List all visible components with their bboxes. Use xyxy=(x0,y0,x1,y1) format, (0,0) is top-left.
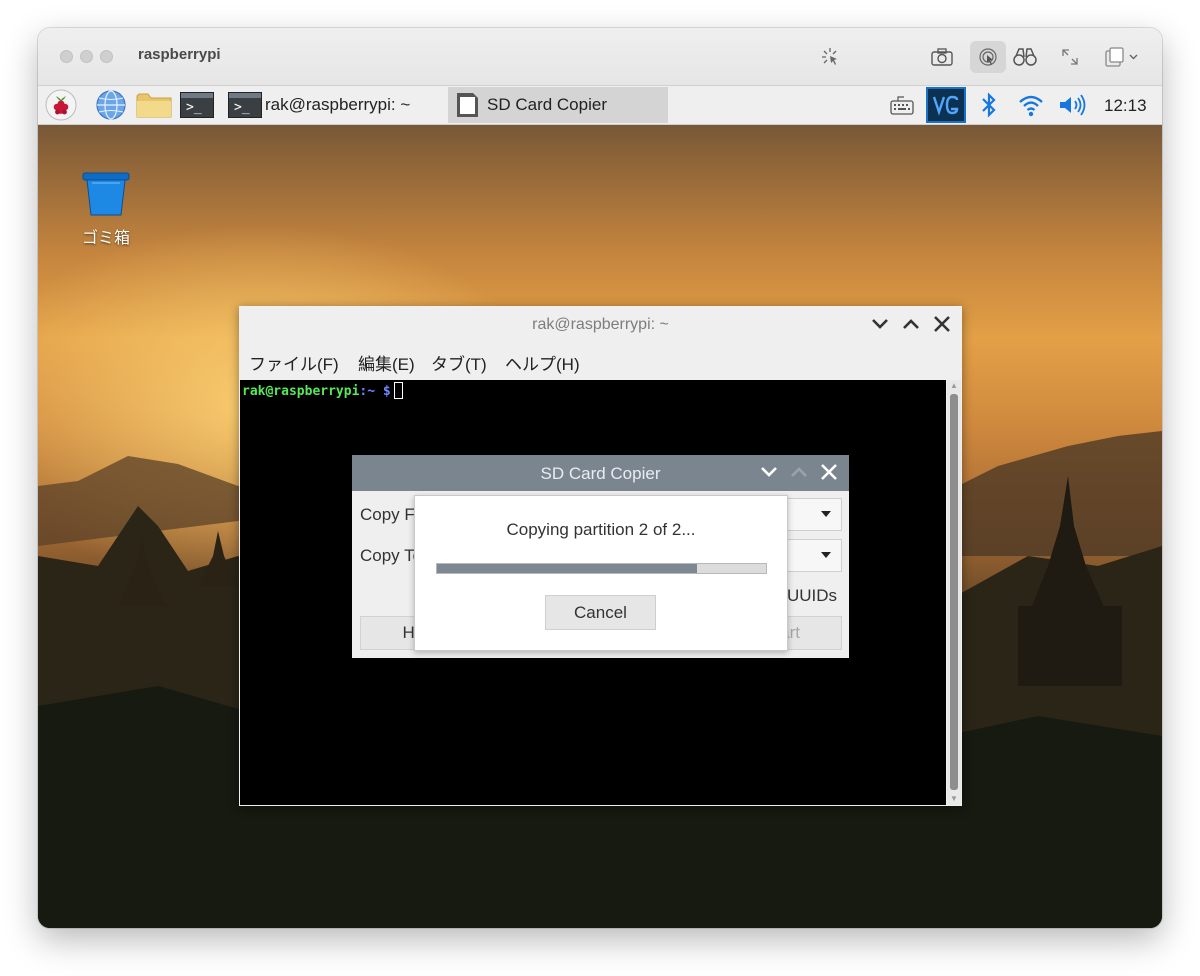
menu-help[interactable]: ヘルプ(H) xyxy=(505,350,580,375)
menu-file[interactable]: ファイル(F) xyxy=(249,350,339,375)
wifi-icon[interactable] xyxy=(1016,89,1046,121)
terminal-title: rak@raspberrypi: ~ xyxy=(532,316,669,333)
task-sd-card-copier-label: SD Card Copier xyxy=(487,95,607,114)
sd-copier-titlebar[interactable]: SD Card Copier xyxy=(352,455,849,491)
remote-screen: >_ >_ rak@raspberrypi: ~ SD Card Copier xyxy=(38,86,1162,928)
task-terminal-label: rak@raspberrypi: ~ xyxy=(265,95,411,114)
terminal-icon[interactable]: >_ xyxy=(180,89,214,121)
maximize-icon[interactable] xyxy=(899,312,923,336)
terminal-scrollbar[interactable]: ▲ ▼ xyxy=(947,380,961,805)
pointer-icon[interactable] xyxy=(816,43,844,71)
clipboard-icon[interactable] xyxy=(1100,43,1144,71)
prompt-path: :~ $ xyxy=(359,384,391,399)
minimize-traffic-light[interactable] xyxy=(80,50,93,63)
close-traffic-light[interactable] xyxy=(60,50,73,63)
touch-icon[interactable] xyxy=(970,41,1006,73)
expand-icon[interactable] xyxy=(1056,43,1084,71)
zoom-traffic-light[interactable] xyxy=(100,50,113,63)
bluetooth-icon[interactable] xyxy=(976,89,1002,121)
terminal-titlebar[interactable]: rak@raspberrypi: ~ xyxy=(239,306,962,344)
cancel-button[interactable]: Cancel xyxy=(545,595,656,630)
dropdown-caret-icon xyxy=(821,552,831,558)
scrollbar-thumb[interactable] xyxy=(950,394,958,790)
prompt-user: rak@raspberrypi xyxy=(242,384,360,399)
keyboard-icon[interactable] xyxy=(888,89,916,121)
progress-bar xyxy=(436,563,767,574)
raspberry-menu-icon[interactable] xyxy=(44,89,78,121)
menu-edit[interactable]: 編集(E) xyxy=(358,350,415,375)
mac-titlebar: raspberrypi xyxy=(38,28,1162,86)
volume-icon[interactable] xyxy=(1056,89,1090,121)
window-title: raspberrypi xyxy=(138,46,221,63)
progress-bar-fill xyxy=(437,564,697,573)
minimize-icon[interactable] xyxy=(757,460,781,484)
sd-card-icon xyxy=(457,93,478,117)
menu-tabs[interactable]: タブ(T) xyxy=(431,350,487,375)
minimize-icon[interactable] xyxy=(868,312,892,336)
binoculars-icon[interactable] xyxy=(1011,43,1039,71)
terminal-icon: >_ xyxy=(228,92,262,118)
copy-progress-dialog: Copying partition 2 of 2... Cancel xyxy=(414,495,788,651)
trash-icon[interactable] xyxy=(82,172,130,216)
close-icon[interactable] xyxy=(930,312,954,336)
task-sd-card-copier[interactable]: SD Card Copier xyxy=(448,87,668,123)
text-cursor xyxy=(393,382,403,399)
dropdown-caret-icon xyxy=(821,511,831,517)
clock[interactable]: 12:13 xyxy=(1104,96,1147,116)
trash-label[interactable]: ゴミ箱 xyxy=(74,224,138,248)
shell-prompt: rak@raspberrypi:~ $ xyxy=(242,382,403,399)
vnc-icon[interactable] xyxy=(926,87,966,123)
taskbar: >_ >_ rak@raspberrypi: ~ SD Card Copier xyxy=(38,86,1162,125)
progress-message: Copying partition 2 of 2... xyxy=(506,520,696,539)
scroll-up-icon[interactable]: ▲ xyxy=(947,380,961,392)
camera-icon[interactable] xyxy=(928,43,956,71)
folder-icon[interactable] xyxy=(136,89,172,121)
close-icon[interactable] xyxy=(817,460,841,484)
task-terminal[interactable]: >_ rak@raspberrypi: ~ xyxy=(228,89,458,121)
terminal-menubar: ファイル(F) 編集(E) タブ(T) ヘルプ(H) xyxy=(239,346,962,378)
mac-window: raspberrypi >_ >_ rak@raspberrypi: ~ SD … xyxy=(38,28,1162,928)
scroll-down-icon[interactable]: ▼ xyxy=(947,793,961,805)
maximize-icon[interactable] xyxy=(787,460,811,484)
globe-icon[interactable] xyxy=(94,89,128,121)
